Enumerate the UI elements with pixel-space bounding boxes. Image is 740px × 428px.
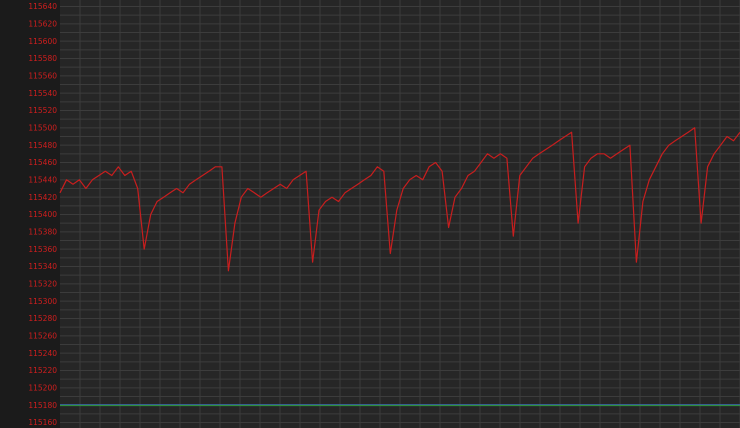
chart-canvas: 115640 115620 115600 115580 115560 115540 1155… — [0, 0, 740, 428]
y-tick-label: 115320 — [28, 279, 57, 288]
y-tick-label: 115380 — [28, 227, 57, 236]
y-tick-label: 115520 — [28, 106, 57, 115]
y-tick-label: 115460 — [28, 158, 57, 167]
y-tick-label: 115180 — [28, 401, 57, 410]
line-chart: 115640 115620 115600 115580 115560 115540 1155… — [0, 0, 740, 428]
y-tick-label: 115400 — [28, 210, 57, 219]
y-tick-label: 115260 — [28, 331, 57, 340]
y-tick-label: 115300 — [28, 297, 57, 306]
y-tick-label: 115200 — [28, 383, 57, 392]
y-tick-label: 115220 — [28, 366, 57, 375]
y-tick-label: 115160 — [28, 418, 57, 427]
y-tick-label: 115340 — [28, 262, 57, 271]
y-tick-label: 115360 — [28, 245, 57, 254]
y-tick-label: 115440 — [28, 175, 57, 184]
y-tick-label: 115620 — [28, 19, 57, 28]
y-tick-label: 115240 — [28, 349, 57, 358]
y-tick-label: 115480 — [28, 141, 57, 150]
y-tick-label: 115540 — [28, 89, 57, 98]
y-tick-label: 115580 — [28, 54, 57, 63]
y-tick-label: 115280 — [28, 314, 57, 323]
y-tick-label: 115420 — [28, 193, 57, 202]
y-tick-label: 115560 — [28, 71, 57, 80]
y-tick-label: 115600 — [28, 37, 57, 46]
y-tick-label: 115500 — [28, 123, 57, 132]
y-tick-label: 115640 — [28, 2, 57, 11]
